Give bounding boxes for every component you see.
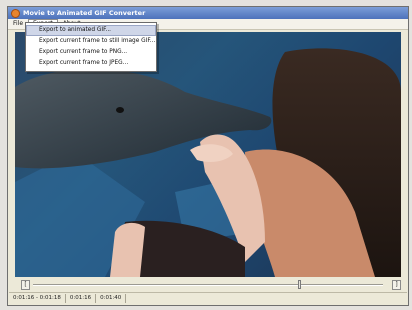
export-menu: Export to animated GIF... Export current… [25, 22, 157, 72]
export-animated-gif-item[interactable]: Export to animated GIF... [26, 25, 156, 36]
title-bar[interactable]: Movie to Animated GIF Converter [8, 7, 408, 19]
export-still-gif-item[interactable]: Export current frame to still image GIF.… [26, 36, 156, 47]
mark-out-button[interactable]: ] [392, 280, 401, 290]
export-jpeg-item[interactable]: Export current frame to JPEG... [26, 58, 156, 69]
window-title: Movie to Animated GIF Converter [23, 9, 146, 17]
seek-bar: [ ] [15, 279, 401, 291]
status-total-time: 0:01:40 [96, 294, 127, 303]
dolphin-eye [116, 107, 124, 113]
status-bar: 0:01:16 - 0:01:18 0:01:16 0:01:40 [9, 292, 407, 304]
seek-thumb[interactable] [297, 280, 301, 289]
mark-in-button[interactable]: [ [21, 280, 30, 290]
seek-track[interactable] [33, 284, 383, 286]
export-png-item[interactable]: Export current frame to PNG... [26, 47, 156, 58]
app-icon [11, 8, 20, 18]
status-current-time: 0:01:16 [66, 294, 97, 303]
status-selection-range: 0:01:16 - 0:01:18 [9, 294, 66, 303]
